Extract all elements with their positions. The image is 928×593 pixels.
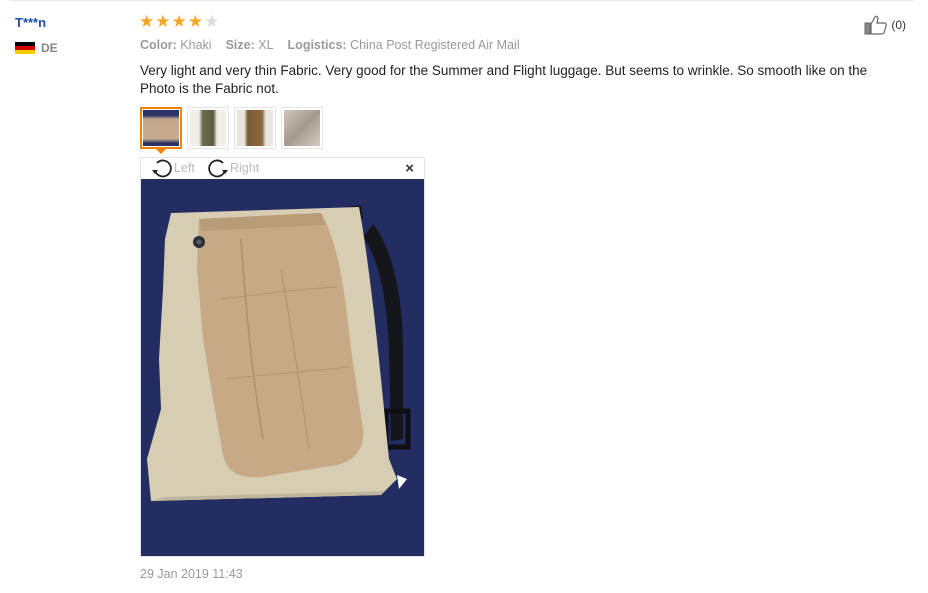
helpful-button[interactable]: (0)	[864, 15, 906, 35]
star-icon: ★	[139, 12, 155, 31]
thumbnail-2[interactable]	[187, 107, 229, 149]
photo-thumbnails	[140, 107, 323, 149]
thumbnail-image	[190, 110, 226, 146]
thumbnail-1[interactable]	[140, 107, 182, 149]
purchase-attributes: Color: Khaki Size: XL Logistics: China P…	[140, 38, 520, 52]
reviewer-country: DE	[15, 41, 58, 55]
germany-flag-icon	[15, 41, 35, 55]
star-icon: ★	[204, 12, 220, 31]
rotate-right-label: Right	[230, 161, 260, 175]
attribute-size: Size: XL	[225, 38, 274, 52]
thumbnail-3[interactable]	[234, 107, 276, 149]
rotate-left-label: Left	[174, 161, 195, 175]
country-code: DE	[41, 41, 58, 55]
viewer-toolbar: Left Right ×	[141, 158, 424, 179]
review-text: Very light and very thin Fabric. Very go…	[140, 63, 868, 96]
thumbnail-image	[237, 110, 273, 146]
thumbnail-image	[143, 110, 179, 146]
attribute-logistics: Logistics: China Post Registered Air Mai…	[287, 38, 520, 52]
rotate-right-icon	[208, 159, 228, 178]
rotate-left-icon	[152, 159, 172, 178]
selected-thumbnail-caret	[156, 149, 166, 154]
thumbs-up-icon[interactable]	[864, 15, 888, 35]
review-date: 29 Jan 2019 11:43	[140, 567, 243, 581]
rotate-left-button[interactable]: Left	[151, 158, 195, 178]
thumbnail-4[interactable]	[281, 107, 323, 149]
rotate-right-button[interactable]: Right	[207, 158, 259, 178]
close-icon[interactable]: ×	[405, 161, 414, 176]
star-icon: ★	[155, 12, 171, 31]
helpful-count: (0)	[891, 18, 906, 32]
top-divider	[10, 0, 914, 1]
star-icon: ★	[187, 12, 203, 31]
thumbnail-image	[284, 110, 320, 146]
reviewer-name[interactable]: T***n	[15, 15, 46, 30]
photo-viewer: Left Right ×	[140, 157, 425, 557]
flag-stripe-gold	[15, 50, 35, 55]
star-rating: ★ ★ ★ ★ ★	[139, 13, 219, 31]
attribute-color: Color: Khaki	[140, 38, 212, 52]
review-photo	[141, 179, 424, 556]
star-icon: ★	[171, 12, 187, 31]
